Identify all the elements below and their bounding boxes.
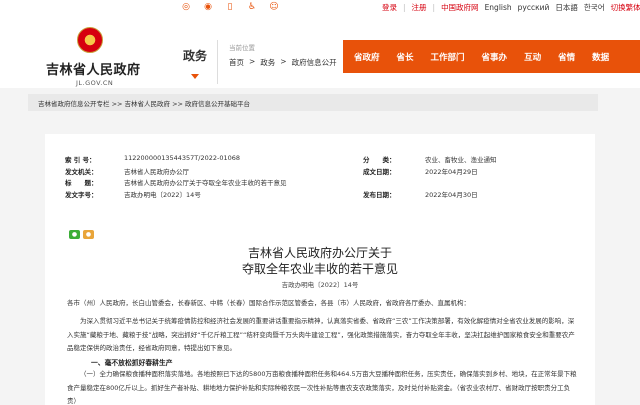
header-breadcrumb: 首页 > 政务 > 政府信息公开 [229,57,337,68]
nav-item-data[interactable]: 数据 [592,51,609,63]
document-title-line1: 吉林省人民政府办公厅关于 [247,246,392,260]
publish-date-value: 2022年04月30日 [425,190,478,199]
metadata-row: 标 题： 吉林省人民政府办公厅关于夺取全年农业丰收的若干意见 [65,177,540,189]
title-value: 吉林省人民政府办公厅关于夺取全年农业丰收的若干意见 [124,179,287,187]
index-number-value: 11220000013544357T/2022-01068 [124,154,241,162]
main-nav: 省政府 省长 工作部门 省事办 互动 省情 数据 [343,40,640,73]
site-header: 吉林省人民政府 JL.GOV.CN 政务 当前位置 首页 > 政务 > 政府信息… [0,16,640,88]
intro-paragraph: 为深入贯彻习近平总书记关于统筹疫情防控和经济社会发展的重要讲话重要指示精神，认真… [67,317,575,353]
russian-link[interactable]: русский [518,2,550,13]
written-date-value: 2022年04月29日 [425,167,478,176]
rss-icon[interactable]: ◎ [180,2,192,13]
japanese-link[interactable]: 日本語 [555,2,578,13]
nav-item-provincial-gov[interactable]: 省政府 [354,51,380,63]
header-divider [217,40,218,84]
document-number: 吉政办明电〔2022〕14号 [281,281,359,289]
doc-number-value: 吉政办明电〔2022〕14号 [124,190,201,199]
publish-date-label: 发布日期： [363,190,396,199]
section-arrow-icon [191,74,199,79]
section-title: 政务 [183,49,208,63]
breadcrumb-text[interactable]: 吉林省政府信息公开专栏 >> 吉林省人民政府 >> 政府信息公开基础平台 [38,98,250,108]
site-domain: JL.GOV.CN [76,79,114,87]
site-title[interactable]: 吉林省人民政府 [46,59,141,78]
crumb-affairs[interactable]: 政务 [260,57,275,68]
location-label: 当前位置 [229,44,255,52]
document-title-line2: 夺取全年农业丰收的若干意见 [241,262,398,276]
utility-bar: ◎ ◉ ▯ ♿ ☺ 登录 | 注册 | 中国政府网 English русски… [0,0,640,16]
nav-item-departments[interactable]: 工作部门 [431,51,465,63]
crumb-home[interactable]: 首页 [229,57,244,68]
metadata-row: 发文字号： 吉政办明电〔2022〕14号 发布日期： 2022年04月30日 [65,189,540,201]
nav-item-governor[interactable]: 省长 [397,51,414,63]
weibo-icon[interactable]: ◉ [202,2,214,13]
link-separator: | [403,3,406,12]
accessibility-icon[interactable]: ♿ [246,2,258,13]
mobile-icon[interactable]: ▯ [224,2,236,13]
weibo-share-icon[interactable]: ● [83,230,94,239]
written-date-label: 成文日期： [363,167,396,176]
nav-item-province-info[interactable]: 省情 [558,51,575,63]
utility-icons: ◎ ◉ ▯ ♿ ☺ [180,2,280,13]
national-emblem-icon [77,27,103,53]
article-card: 索 引 号： 11220000013544357T/2022-01068 分 类… [45,134,595,405]
share-buttons: ● ● [69,230,94,239]
login-link[interactable]: 登录 [382,2,397,13]
nav-item-interaction[interactable]: 互动 [524,51,541,63]
index-number-label: 索 引 号： [65,156,96,164]
title-label: 标 题： [65,179,98,187]
china-gov-link[interactable]: 中国政府网 [441,2,479,13]
breadcrumb: 吉林省政府信息公开专栏 >> 吉林省人民政府 >> 政府信息公开基础平台 [28,94,598,111]
doc-number-label: 发文字号： [65,190,98,199]
link-separator: | [432,3,436,12]
crumb-info-disclosure[interactable]: 政府信息公开 [292,57,337,68]
register-link[interactable]: 注册 [412,2,427,13]
metadata-table: 索 引 号： 11220000013544357T/2022-01068 分 类… [65,154,540,200]
metadata-row: 索 引 号： 11220000013544357T/2022-01068 分 类… [65,154,540,166]
crumb-separator: > [249,57,256,66]
issuer-value: 吉林省人民政府办公厅 [124,167,189,176]
english-link[interactable]: English [485,2,512,13]
body-paragraph: （一）全力确保粮食播种面积落实落地。各地按照已下达的5800万亩粮食播种面积任务… [67,370,577,405]
category-label: 分 类： [363,156,396,164]
issuer-label: 发文机关： [65,167,98,176]
section-heading: 一、毫不放松抓好春耕生产 [91,359,173,367]
salutation: 各市（州）人民政府，长白山管委会，长春新区、中韩（长春）国际合作示范区管委会，各… [67,299,470,307]
wechat-icon[interactable]: ● [69,230,80,239]
korean-link[interactable]: 한국어 [584,2,605,13]
category-value: 农业、畜牧业、渔业通知 [425,156,497,164]
metadata-row: 发文机关： 吉林省人民政府办公厅 成文日期： 2022年04月29日 [65,166,540,178]
mascot-icon[interactable]: ☺ [268,2,280,13]
utility-links: 登录 | 注册 | 中国政府网 English русский 日本語 한국어 … [382,2,640,13]
traditional-chinese-link[interactable]: 切换繁体 [611,2,640,13]
crumb-separator: > [280,57,287,66]
nav-item-affairs-office[interactable]: 省事办 [482,51,508,63]
